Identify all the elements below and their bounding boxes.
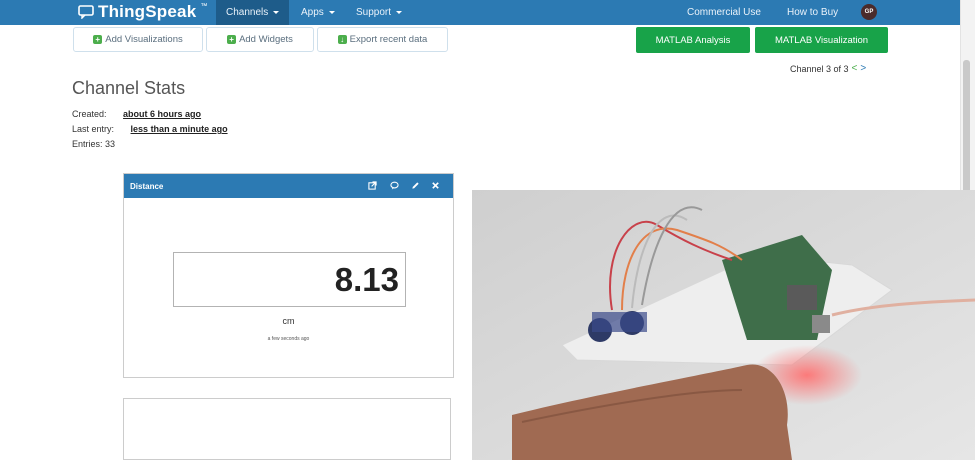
export-recent-data-label: Export recent data: [349, 34, 428, 45]
user-avatar[interactable]: GP: [861, 4, 877, 20]
last-entry-stat: Last entry: less than a minute ago: [72, 124, 228, 134]
matlab-visualization-button[interactable]: MATLAB Visualization: [755, 27, 888, 53]
created-value: about 6 hours ago: [123, 109, 202, 119]
chevron-down-icon: [395, 10, 402, 14]
add-visualizations-label: Add Visualizations: [105, 34, 183, 45]
brand-name: ThingSpeak: [98, 2, 197, 21]
matlab-analysis-button[interactable]: MATLAB Analysis: [636, 27, 750, 53]
thingspeak-logo[interactable]: ThingSpeak ™: [78, 1, 207, 23]
entries-stat: Entries: 33: [72, 139, 116, 149]
widget-header: Distance: [124, 174, 453, 198]
nav-channels-label: Channels: [226, 7, 269, 18]
plus-icon: +: [227, 35, 237, 44]
close-icon[interactable]: [431, 181, 440, 190]
add-widgets-button[interactable]: + Add Widgets: [206, 27, 314, 52]
add-widgets-label: Add Widgets: [239, 34, 293, 45]
chevron-down-icon: [273, 10, 280, 14]
nav-apps[interactable]: Apps: [301, 0, 335, 25]
pencil-icon[interactable]: [411, 181, 420, 190]
unit-label: cm: [282, 316, 295, 326]
updated-time: a few seconds ago: [267, 336, 310, 342]
nav-how-to-buy[interactable]: How to Buy: [787, 0, 838, 25]
add-visualizations-button[interactable]: + Add Visualizations: [73, 27, 203, 52]
webcam-photo-overlay: [472, 190, 975, 460]
created-label: Created:: [72, 109, 107, 119]
plus-icon: +: [93, 35, 103, 44]
chevron-right-icon[interactable]: >: [860, 63, 866, 74]
last-entry-value: less than a minute ago: [130, 124, 228, 134]
nav-commercial-use[interactable]: Commercial Use: [687, 0, 761, 25]
secondary-widget: [123, 398, 451, 460]
download-icon: ↓: [337, 35, 347, 44]
chevron-down-icon: [328, 10, 335, 14]
channel-stats-heading: Channel Stats: [72, 78, 186, 98]
widget-title: Distance: [130, 181, 164, 191]
nav-apps-label: Apps: [301, 7, 324, 18]
brand-trademark: ™: [200, 2, 208, 10]
distance-value: 8.13: [334, 261, 399, 298]
chevron-left-icon[interactable]: <: [852, 63, 858, 74]
chat-bubble-logo-icon: [78, 5, 94, 19]
comment-icon[interactable]: [390, 181, 399, 190]
channel-pager-label: Channel 3 of 3: [790, 63, 849, 74]
top-navbar: ThingSpeak ™ Channels Apps Support Comme…: [0, 0, 960, 25]
nav-support[interactable]: Support: [356, 0, 402, 25]
export-recent-data-button[interactable]: ↓ Export recent data: [317, 27, 448, 52]
numeric-display: 8.13: [173, 252, 406, 307]
created-stat: Created: about 6 hours ago: [72, 109, 201, 119]
last-entry-label: Last entry:: [72, 124, 115, 134]
nav-channels[interactable]: Channels: [216, 0, 290, 25]
distance-widget: Distance 8.13 cm a few seconds ago: [123, 173, 454, 378]
nav-support-label: Support: [356, 7, 392, 18]
channel-pager: Channel 3 of 3 < >: [790, 63, 866, 74]
external-link-icon[interactable]: [368, 181, 377, 190]
